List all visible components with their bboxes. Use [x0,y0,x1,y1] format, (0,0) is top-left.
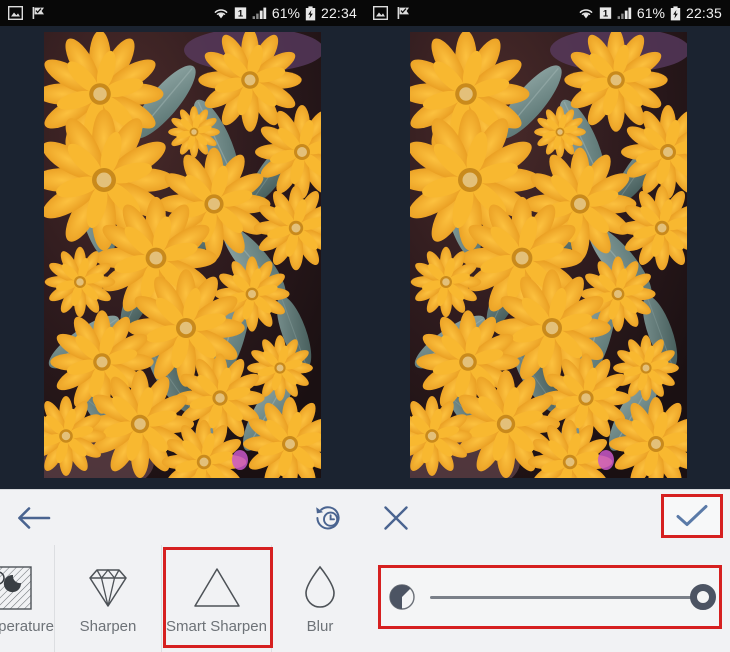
editor-toolbar [0,489,730,545]
signal-bars-icon [252,7,267,19]
battery-charging-icon [305,5,316,20]
flag-check-icon [32,7,44,19]
filter-label-sharpen: Sharpen [79,618,137,635]
screenshot-icon [8,6,23,20]
status-bar-right-icons: 1 61% 22:34 [213,5,357,21]
slider-zone [368,545,730,652]
status-bar-right-right-icons: 1 61% 22:35 [578,5,722,21]
diamond-icon [80,557,136,619]
history-revert-icon [316,505,340,529]
preview-panes: 1 61% 22:34 1 61% 22:35 [0,0,730,489]
droplet-icon [296,557,344,619]
flower-photo-sharpened [410,32,687,478]
triangle-icon [189,557,245,619]
apply-button[interactable] [661,494,723,538]
filter-item-smart-sharpen[interactable]: Smart Sharpen [162,545,272,652]
status-bar-left-icons [8,6,46,20]
filter-label-smart-sharpen: Smart Sharpen [166,618,267,635]
flower-photo [44,32,321,478]
filter-item-temperature[interactable]: Temperature [0,545,55,652]
preview-pane-left: 1 61% 22:34 [0,0,365,489]
half-contrast-icon [389,584,415,610]
status-bar-right-left-icons [373,6,411,20]
back-button[interactable] [10,494,58,542]
intensity-slider[interactable] [388,579,716,615]
sim-badge-icon: 1 [234,7,247,20]
battery-percent: 61% [636,5,665,21]
photo-preview-original[interactable] [44,32,321,478]
wifi-icon [214,9,228,19]
back-arrow-icon [18,506,51,529]
close-x-icon [384,505,408,530]
photo-preview-sharpened[interactable] [410,32,687,478]
battery-charging-icon [670,5,681,20]
wifi-icon [579,9,593,19]
filter-item-sharpen[interactable]: Sharpen [55,545,162,652]
filter-item-blur[interactable]: Blur [272,545,368,652]
status-bar-left: 1 61% 22:34 [0,0,365,26]
slider-track[interactable] [430,595,712,599]
status-bar-right: 1 61% 22:35 [365,0,730,26]
svg-text:1: 1 [238,9,244,20]
flag-check-icon [397,7,409,19]
slider-track-wrap[interactable] [430,582,716,612]
screenshot-icon [373,6,388,20]
temperature-icon [0,557,54,619]
filter-label-temperature: Temperature [0,618,54,635]
status-bar-clock: 22:35 [685,5,722,21]
signal-bars-icon [617,7,632,19]
filter-strip[interactable]: Temperature Sharpen [0,545,368,652]
revert-history-button[interactable] [305,495,351,541]
battery-percent: 61% [271,5,300,21]
apply-check-icon [676,505,708,526]
status-bar-clock: 22:34 [320,5,357,21]
bottom-bar: Temperature Sharpen [0,545,730,652]
filter-label-blur: Blur [306,618,334,635]
sim-badge-icon: 1 [599,7,612,20]
svg-text:1: 1 [603,9,609,20]
app-screen: 1 61% 22:34 1 61% 22:35 erature Sharpen … [0,0,730,652]
cancel-button[interactable] [373,495,419,541]
slider-thumb[interactable] [690,584,716,610]
preview-pane-right: 1 61% 22:35 [365,0,730,489]
